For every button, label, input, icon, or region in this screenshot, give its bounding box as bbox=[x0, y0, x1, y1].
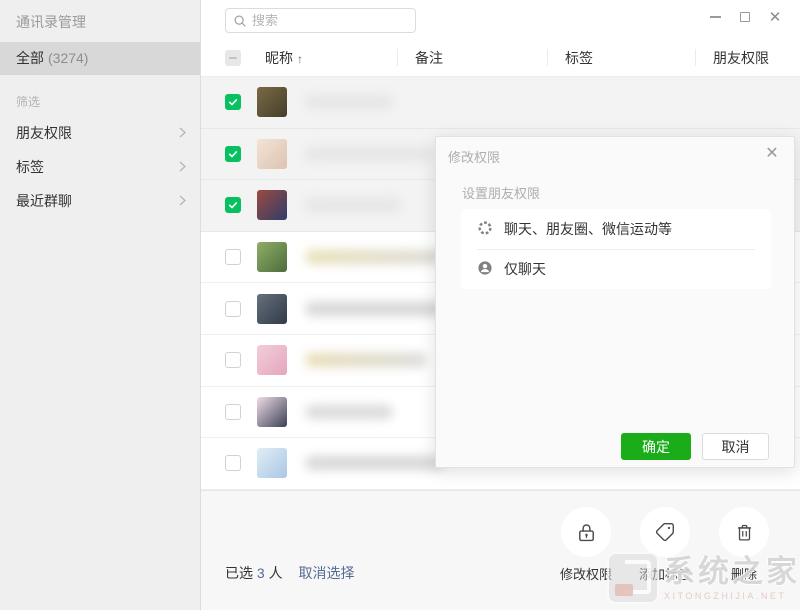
modify-permission-button[interactable]: 修改权限 bbox=[558, 507, 614, 583]
avatar bbox=[257, 397, 287, 427]
check-icon bbox=[228, 97, 238, 107]
row-checkbox[interactable] bbox=[225, 146, 241, 162]
row-checkbox[interactable] bbox=[225, 352, 241, 368]
check-icon bbox=[228, 200, 238, 210]
chevron-right-icon bbox=[179, 159, 186, 175]
modify-permission-modal: 修改权限 ✕ 设置朋友权限 聊天、朋友圈、微信运动等 仅聊天 确定 取消 bbox=[435, 136, 795, 468]
sidebar-item-all[interactable]: 全部(3274) bbox=[0, 42, 200, 75]
close-icon: ✕ bbox=[769, 10, 782, 25]
minimize-icon bbox=[710, 16, 721, 18]
chat-only-icon bbox=[477, 260, 493, 279]
add-tag-button[interactable]: 添加标签 bbox=[637, 507, 693, 583]
modal-section-label: 设置朋友权限 bbox=[462, 183, 540, 202]
row-checkbox[interactable] bbox=[225, 94, 241, 110]
modal-title: 修改权限 bbox=[448, 147, 500, 166]
filter-section-label: 筛选 bbox=[0, 75, 200, 116]
table-header: 昵称↑ 备注 标签 朋友权限 bbox=[201, 46, 800, 77]
minimize-button[interactable] bbox=[700, 6, 730, 28]
tag-icon bbox=[640, 507, 690, 557]
confirm-button[interactable]: 确定 bbox=[621, 433, 691, 460]
page-title: 通讯录管理 bbox=[0, 0, 200, 42]
avatar bbox=[257, 345, 287, 375]
blurred-name bbox=[305, 456, 445, 471]
blurred-name bbox=[305, 353, 427, 368]
column-header-permission: 朋友权限 bbox=[713, 48, 769, 68]
chevron-right-icon bbox=[179, 125, 186, 141]
selected-count: 3 bbox=[257, 565, 265, 581]
top-bar: ✕ bbox=[201, 0, 800, 46]
row-checkbox[interactable] bbox=[225, 197, 241, 213]
selection-info: 已选 3 人 取消选择 bbox=[225, 563, 354, 583]
chevron-right-icon bbox=[179, 193, 186, 209]
blurred-name bbox=[305, 95, 393, 110]
row-checkbox[interactable] bbox=[225, 249, 241, 265]
row-checkbox[interactable] bbox=[225, 301, 241, 317]
blurred-name bbox=[305, 198, 401, 213]
delete-button[interactable]: 删除 bbox=[716, 507, 772, 583]
avatar bbox=[257, 294, 287, 324]
avatar bbox=[257, 190, 287, 220]
contact-count: (3274) bbox=[48, 50, 88, 66]
sort-ascending-icon: ↑ bbox=[297, 52, 303, 66]
row-checkbox[interactable] bbox=[225, 455, 241, 471]
action-buttons: 修改权限 添加标签 删除 bbox=[558, 507, 772, 583]
all-permissions-icon bbox=[477, 220, 493, 239]
option-chat-only[interactable]: 仅聊天 bbox=[461, 249, 771, 289]
close-button[interactable]: ✕ bbox=[760, 6, 790, 28]
sidebar: 通讯录管理 全部(3274) 筛选 朋友权限 标签 最近群聊 bbox=[0, 0, 201, 610]
sidebar-item-recent-groups[interactable]: 最近群聊 bbox=[0, 184, 200, 218]
contacts-management-window: 通讯录管理 全部(3274) 筛选 朋友权限 标签 最近群聊 bbox=[0, 0, 800, 610]
cancel-button[interactable]: 取消 bbox=[702, 433, 769, 460]
footer-bar: 已选 3 人 取消选择 修改权限 添加标签 bbox=[201, 490, 800, 610]
maximize-button[interactable] bbox=[730, 6, 760, 28]
search-input[interactable] bbox=[225, 8, 416, 33]
avatar bbox=[257, 87, 287, 117]
modal-buttons: 确定 取消 bbox=[621, 433, 769, 460]
check-icon bbox=[228, 149, 238, 159]
avatar bbox=[257, 242, 287, 272]
maximize-icon bbox=[740, 12, 750, 22]
sidebar-item-friend-permission[interactable]: 朋友权限 bbox=[0, 116, 200, 150]
sidebar-item-all-label: 全部 bbox=[16, 50, 44, 66]
permission-options: 聊天、朋友圈、微信运动等 仅聊天 bbox=[461, 209, 771, 289]
blurred-name bbox=[305, 404, 393, 419]
lock-icon bbox=[561, 507, 611, 557]
search-box bbox=[225, 8, 416, 33]
column-header-nickname[interactable]: 昵称↑ bbox=[265, 48, 303, 68]
table-row[interactable] bbox=[201, 77, 800, 129]
trash-icon bbox=[719, 507, 769, 557]
row-checkbox[interactable] bbox=[225, 404, 241, 420]
window-controls: ✕ bbox=[700, 6, 790, 28]
modal-close-icon[interactable]: ✕ bbox=[762, 143, 782, 163]
sidebar-item-tag[interactable]: 标签 bbox=[0, 150, 200, 184]
avatar bbox=[257, 139, 287, 169]
option-all-permissions[interactable]: 聊天、朋友圈、微信运动等 bbox=[461, 209, 771, 249]
column-header-remark: 备注 bbox=[415, 48, 443, 68]
avatar bbox=[257, 448, 287, 478]
select-all-checkbox[interactable] bbox=[225, 50, 241, 66]
search-icon bbox=[233, 14, 247, 31]
deselect-link[interactable]: 取消选择 bbox=[298, 565, 354, 581]
column-header-tag: 标签 bbox=[565, 48, 593, 68]
blurred-name bbox=[305, 146, 433, 161]
